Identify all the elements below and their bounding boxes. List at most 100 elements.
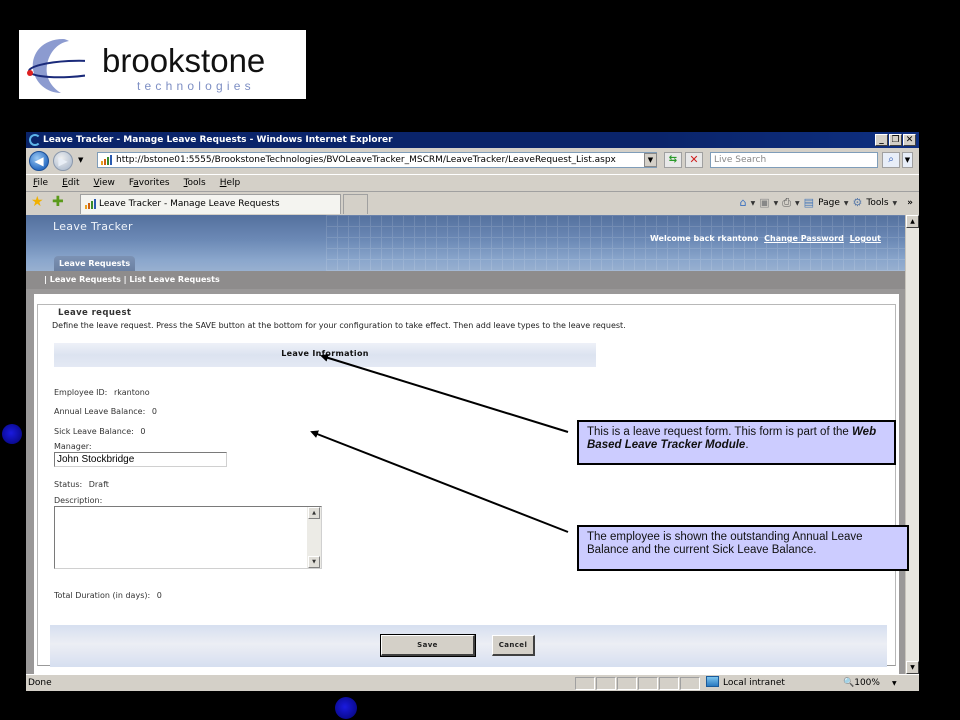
subnav-separator: | — [44, 275, 47, 284]
description-label: Description: — [54, 496, 103, 505]
menu-edit[interactable]: Edit — [62, 175, 79, 191]
slide-bullet-bottom — [335, 697, 357, 719]
tab-leave-requests[interactable]: Leave Requests — [54, 256, 136, 272]
search-placeholder: Live Search — [714, 155, 767, 165]
ie-logo-icon — [29, 134, 41, 146]
new-tab-button[interactable] — [343, 194, 368, 214]
scroll-up-icon[interactable]: ▲ — [308, 507, 320, 519]
employee-id-value: rkantono — [113, 388, 150, 397]
zoom-control[interactable]: 🔍100% ▼ — [843, 676, 897, 691]
status-value: Draft — [88, 480, 109, 489]
feeds-dropdown-icon[interactable]: ▼ — [774, 200, 779, 207]
browser-tab-active[interactable]: Leave Tracker - Manage Leave Requests — [80, 194, 341, 214]
feeds-icon[interactable]: ▣ — [759, 196, 769, 210]
description-scrollbar[interactable]: ▲ ▼ — [307, 507, 321, 568]
restore-button[interactable]: ❐ — [889, 134, 902, 146]
url-input[interactable]: http://bstone01:5555/BrookstoneTechnolog… — [97, 152, 657, 168]
form-instructions: Define the leave request. Press the SAVE… — [52, 321, 626, 330]
live-search-input[interactable]: Live Search — [710, 152, 878, 168]
page-icon: ▤ — [803, 196, 815, 209]
menu-favorites[interactable]: Favorites — [129, 175, 170, 191]
annual-leave-value: 0 — [151, 407, 157, 416]
scroll-down-icon[interactable]: ▼ — [906, 661, 919, 674]
callout-text-end: . — [745, 439, 749, 451]
back-button[interactable]: ◀ — [29, 151, 49, 171]
total-duration-value: 0 — [156, 591, 162, 600]
search-options-icon[interactable]: ▼ — [902, 152, 913, 168]
subnav-leave-requests[interactable]: Leave Requests — [50, 275, 121, 284]
status-label: Status: — [54, 480, 83, 489]
tab-title: Leave Tracker - Manage Leave Requests — [99, 199, 280, 209]
toolbar-overflow-icon[interactable]: » — [907, 198, 913, 208]
zone-text: Local intranet — [723, 678, 785, 688]
crm-favicon-icon — [85, 199, 96, 209]
welcome-area: Welcome back rkantono Change Password Lo… — [650, 234, 881, 243]
app-header: Leave Tracker Welcome back rkantono Chan… — [26, 215, 905, 272]
cancel-button[interactable]: Cancel — [492, 635, 535, 656]
change-password-link[interactable]: Change Password — [764, 234, 844, 243]
page-menu[interactable]: Page — [818, 198, 840, 208]
sick-leave-value: 0 — [140, 427, 146, 436]
button-bar: Save Cancel — [50, 625, 887, 667]
url-text: http://bstone01:5555/BrookstoneTechnolog… — [116, 155, 616, 165]
status-text: Done — [28, 678, 52, 688]
page-dropdown-icon[interactable]: ▼ — [844, 200, 849, 207]
header-pattern — [326, 215, 905, 271]
callout-form-description: This is a leave request form. This form … — [577, 420, 896, 465]
callout-text: This is a leave request form. This form … — [587, 426, 853, 438]
manager-label: Manager: — [54, 442, 92, 451]
print-dropdown-icon[interactable]: ▼ — [795, 200, 800, 207]
tools-dropdown-icon[interactable]: ▼ — [893, 200, 898, 207]
form-panel: Leave request Define the leave request. … — [34, 294, 899, 674]
home-icon[interactable]: ⌂ — [740, 196, 747, 210]
status-cell — [617, 677, 637, 690]
add-favorite-icon[interactable]: ✚ — [52, 194, 64, 210]
status-row: Status: Draft — [54, 480, 109, 489]
menu-help[interactable]: Help — [220, 175, 241, 191]
brookstone-logo: brookstone technologies — [19, 30, 306, 99]
status-cell — [659, 677, 679, 690]
url-dropdown-icon[interactable]: ▼ — [644, 153, 657, 167]
favorites-star-icon[interactable]: ★ — [31, 194, 44, 210]
tools-menu[interactable]: Tools — [866, 198, 888, 208]
forward-button[interactable]: ▶ — [53, 151, 73, 171]
logo-swoosh-icon — [27, 39, 85, 93]
close-window-button[interactable]: ✕ — [903, 134, 916, 146]
security-zone[interactable]: Local intranet — [706, 676, 785, 690]
back-arrow-icon: ◀ — [34, 154, 44, 168]
logout-link[interactable]: Logout — [850, 234, 881, 243]
page-scrollbar[interactable]: ▲ ▼ — [905, 215, 919, 674]
refresh-icon[interactable]: ⇆ — [664, 152, 682, 168]
browser-window: Leave Tracker - Manage Leave Requests - … — [26, 132, 919, 691]
menu-tools[interactable]: Tools — [184, 175, 206, 191]
status-bar: Done Local intranet 🔍100% ▼ — [26, 674, 919, 691]
callout-leave-balance: The employee is shown the outstanding An… — [577, 525, 909, 571]
status-cell — [575, 677, 595, 690]
history-dropdown-icon[interactable]: ▼ — [78, 156, 83, 164]
slide-bullet-left — [2, 424, 22, 444]
manager-input[interactable]: John Stockbridge — [54, 452, 227, 467]
description-textarea[interactable]: ▲ ▼ — [54, 506, 322, 569]
print-icon[interactable]: ⎙ — [782, 196, 791, 210]
annual-leave-label: Annual Leave Balance: — [54, 407, 146, 416]
stop-icon[interactable]: ✕ — [685, 152, 703, 168]
zoom-level: 100% — [854, 678, 880, 688]
save-button[interactable]: Save — [380, 634, 476, 657]
menu-view[interactable]: View — [94, 175, 115, 191]
logo-tagline: technologies — [137, 79, 255, 93]
minimize-button[interactable]: _ — [875, 134, 888, 146]
sub-navigation: | Leave Requests | List Leave Requests — [26, 271, 905, 289]
home-dropdown-icon[interactable]: ▼ — [751, 200, 756, 207]
search-icon[interactable]: ⌕ — [882, 152, 900, 168]
total-duration-row: Total Duration (in days): 0 — [54, 591, 162, 600]
sick-leave-label: Sick Leave Balance: — [54, 427, 134, 436]
welcome-text: Welcome back rkantono — [649, 234, 759, 243]
scroll-up-icon[interactable]: ▲ — [906, 215, 919, 228]
crm-favicon-icon — [101, 155, 112, 165]
subnav-separator: | — [123, 275, 127, 284]
scroll-down-icon[interactable]: ▼ — [308, 556, 320, 568]
zoom-dropdown-icon[interactable]: ▼ — [892, 680, 897, 687]
menu-file[interactable]: File — [33, 175, 48, 191]
subnav-list-leave-requests[interactable]: List Leave Requests — [129, 275, 219, 284]
tab-bar: ★ ✚ Leave Tracker - Manage Leave Request… — [26, 192, 919, 215]
